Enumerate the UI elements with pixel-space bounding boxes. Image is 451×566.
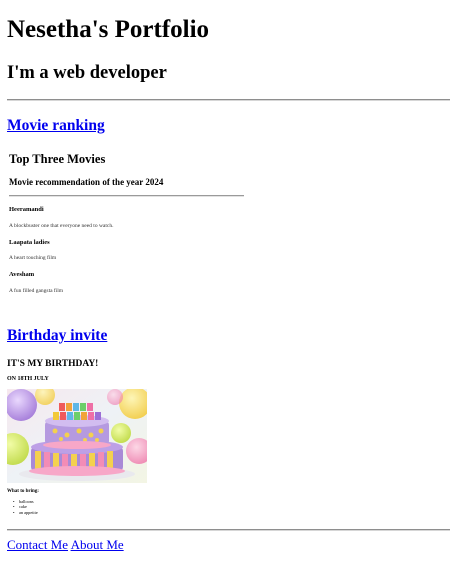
list-item: an appetite xyxy=(13,510,38,516)
divider-bottom xyxy=(7,529,450,531)
birthday-date: ON 18TH JULY xyxy=(7,376,49,382)
movies-title: Top Three Movies xyxy=(9,152,106,166)
movie-ranking-link[interactable]: Movie ranking xyxy=(7,117,105,135)
page-title: Nesetha's Portfolio xyxy=(7,16,210,43)
birthday-invite-link[interactable]: Birthday invite xyxy=(7,327,107,345)
birthday-cake-image xyxy=(7,389,147,483)
page-subtitle: I'm a web developer xyxy=(7,63,167,83)
movie-name: Laapata ladies xyxy=(9,239,50,246)
movie-description: A heart touching film xyxy=(9,255,57,261)
movie-ranking-embed: Top Three Movies Movie recommendation of… xyxy=(7,147,247,307)
footer-nav: Contact Me About Me xyxy=(7,537,124,553)
bring-list: balloons cake an appetite xyxy=(13,499,38,515)
movie-name: Avesham xyxy=(9,271,35,278)
movie-description: A blockbuster one that everyone need to … xyxy=(9,223,114,229)
divider-top xyxy=(7,99,450,101)
about-me-link[interactable]: About Me xyxy=(71,537,124,552)
movie-name: Heeramandi xyxy=(9,206,44,213)
contact-me-link[interactable]: Contact Me xyxy=(7,537,68,552)
birthday-heading: IT'S MY BIRTHDAY! xyxy=(7,359,99,369)
bring-label: What to bring: xyxy=(7,489,39,494)
portfolio-page: Nesetha's Portfolio I'm a web developer … xyxy=(0,0,451,566)
movie-description: A fun filled gangsta film xyxy=(9,288,64,294)
movies-divider xyxy=(9,195,244,197)
movies-subtitle: Movie recommendation of the year 2024 xyxy=(9,177,164,187)
